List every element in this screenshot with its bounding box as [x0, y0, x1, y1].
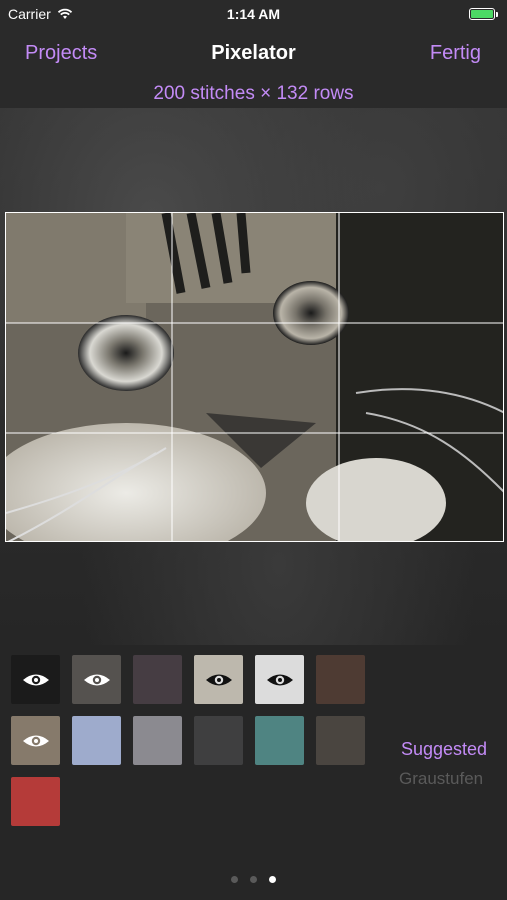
page-dot[interactable]: [231, 876, 238, 883]
color-swatch[interactable]: [194, 716, 243, 765]
done-button[interactable]: Fertig: [430, 42, 481, 65]
color-swatch[interactable]: [255, 716, 304, 765]
color-swatch[interactable]: [255, 655, 304, 704]
page-dot[interactable]: [250, 876, 257, 883]
color-swatch[interactable]: [316, 716, 365, 765]
color-swatch[interactable]: [133, 655, 182, 704]
suggested-button[interactable]: Suggested: [401, 739, 487, 760]
page-dot[interactable]: [269, 876, 276, 883]
eye-icon: [22, 674, 49, 685]
eye-icon: [22, 735, 49, 746]
color-swatch[interactable]: [72, 716, 121, 765]
status-bar: Carrier 1:14 AM: [0, 0, 507, 28]
color-swatch[interactable]: [11, 655, 60, 704]
color-swatch[interactable]: [194, 655, 243, 704]
pixelated-image: [6, 213, 503, 541]
eye-icon: [83, 674, 110, 685]
color-swatch[interactable]: [316, 655, 365, 704]
eye-icon: [205, 674, 232, 685]
status-time: 1:14 AM: [226, 6, 281, 22]
color-swatch[interactable]: [133, 716, 182, 765]
page-indicator[interactable]: [0, 876, 507, 883]
grayscale-button[interactable]: Graustufen: [399, 769, 483, 789]
color-swatch[interactable]: [72, 655, 121, 704]
color-swatch[interactable]: [11, 777, 60, 826]
crop-frame[interactable]: [5, 212, 504, 542]
dimensions-label: 200 stitches × 132 rows: [0, 80, 507, 108]
eye-icon: [266, 674, 293, 685]
battery-tip: [496, 12, 498, 17]
navigation-bar: Projects Pixelator Fertig: [0, 28, 507, 80]
battery-icon: [469, 8, 498, 20]
color-swatch[interactable]: [11, 716, 60, 765]
battery-level: [471, 10, 493, 18]
